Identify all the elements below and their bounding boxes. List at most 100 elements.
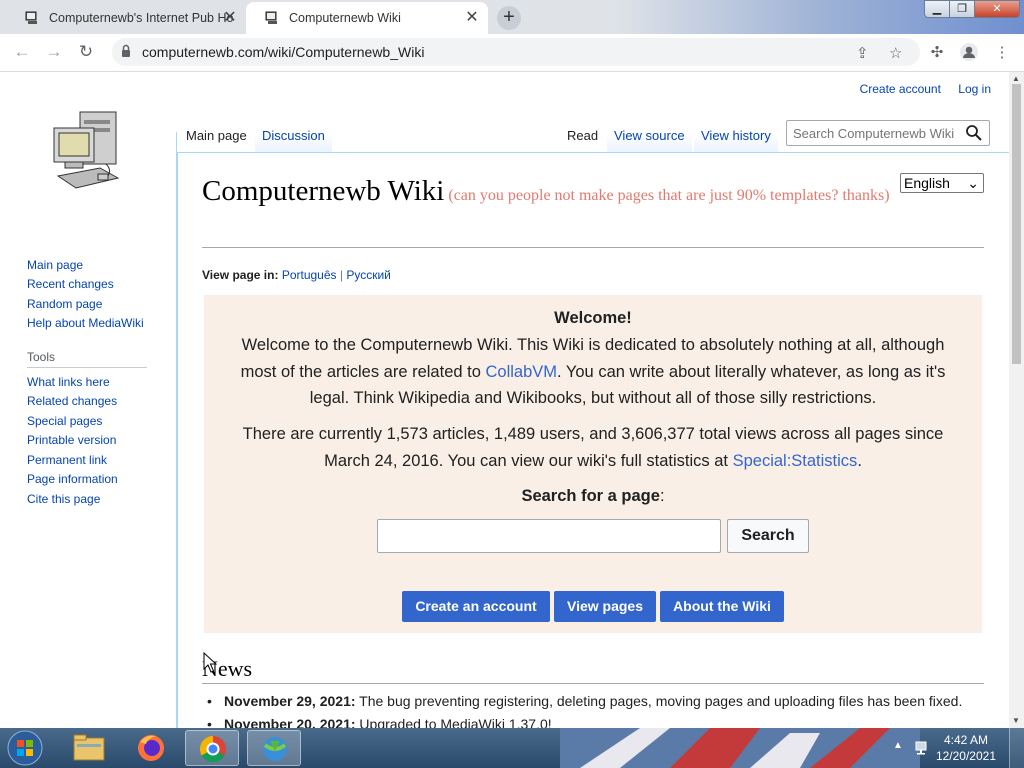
- news-date: November 20, 2021:: [224, 716, 356, 728]
- page-title: Computernewb Wiki (can you people not ma…: [202, 173, 982, 214]
- extensions-puzzle-icon[interactable]: ✣: [927, 43, 947, 61]
- close-tab-icon[interactable]: ✕: [222, 10, 238, 26]
- forward-arrow-icon[interactable]: →: [44, 42, 64, 62]
- list-item: November 29, 2021: The bug preventing re…: [207, 693, 963, 709]
- sidebar-item-cite-this-page[interactable]: Cite this page: [27, 492, 100, 506]
- maximize-button[interactable]: ❐: [949, 0, 975, 18]
- language-select-value: English: [904, 175, 950, 191]
- browser-tab-wiki[interactable]: Computernewb Wiki ✕: [246, 2, 488, 34]
- web-page: Main page Recent changes Random page Hel…: [0, 72, 1009, 728]
- statistics-link[interactable]: Special:Statistics: [733, 452, 858, 470]
- windows-taskbar: ▲ 4:42 AM 12/20/2021: [0, 728, 1024, 768]
- back-arrow-icon[interactable]: ←: [12, 42, 32, 62]
- create-account-button[interactable]: Create an account: [402, 591, 550, 622]
- log-in-link[interactable]: Log in: [958, 82, 991, 96]
- lang-link-russian[interactable]: Русский: [346, 268, 391, 282]
- start-button-icon[interactable]: [4, 729, 46, 767]
- menu-dots-icon[interactable]: ⋮: [992, 43, 1012, 61]
- list-item: November 20, 2021: Upgraded to MediaWiki…: [207, 716, 552, 728]
- collabvm-link[interactable]: CollabVM: [485, 363, 557, 381]
- main-content: Computernewb Wiki (can you people not ma…: [177, 152, 1009, 728]
- about-wiki-button[interactable]: About the Wiki: [660, 591, 784, 622]
- divider: [202, 683, 984, 684]
- page-title-main: Computernewb Wiki: [202, 175, 445, 207]
- computernewb-favicon: [265, 11, 277, 24]
- sidebar-item-help[interactable]: Help about MediaWiki: [27, 316, 144, 330]
- page-title-subtitle: (can you people not make pages that are …: [448, 187, 890, 204]
- system-clock[interactable]: 4:42 AM 12/20/2021: [936, 732, 996, 764]
- create-account-link[interactable]: Create account: [860, 82, 941, 96]
- sidebar-item-permanent-link[interactable]: Permanent link: [27, 453, 107, 467]
- reload-icon[interactable]: ↻: [76, 42, 96, 62]
- scrollbar[interactable]: ▲ ▼: [1009, 72, 1024, 728]
- sidebar-item-what-links-here[interactable]: What links here: [27, 375, 110, 389]
- scroll-down-icon[interactable]: ▼: [1012, 716, 1020, 725]
- language-select[interactable]: English ⌄: [900, 173, 984, 193]
- mouse-cursor-icon: [203, 652, 217, 673]
- tab-discussion[interactable]: Discussion: [255, 114, 332, 152]
- url-text: computernewb.com/wiki/Computernewb_Wiki: [142, 44, 425, 60]
- tab-title: Computernewb's Internet Pub Ho: [49, 11, 234, 25]
- view-page-in: View page in: Português | Русский: [202, 268, 391, 282]
- show-hidden-icons-icon[interactable]: ▲: [893, 740, 903, 751]
- divider: [176, 132, 177, 728]
- view-in-label: View page in:: [202, 268, 279, 282]
- network-icon[interactable]: [914, 739, 932, 757]
- search-button[interactable]: Search: [727, 519, 809, 553]
- sidebar-item-printable-version[interactable]: Printable version: [27, 433, 116, 447]
- computernewb-favicon: [25, 11, 37, 24]
- wallpaper-peek: [560, 728, 920, 768]
- chrome-icon: [199, 735, 226, 763]
- search-input[interactable]: [793, 126, 963, 141]
- address-bar[interactable]: computernewb.com/wiki/Computernewb_Wiki …: [112, 38, 920, 66]
- file-explorer-taskbar-icon[interactable]: [62, 730, 116, 766]
- sidebar-item-main-page[interactable]: Main page: [27, 258, 83, 272]
- browser-tab-pub[interactable]: Computernewb's Internet Pub Ho ✕: [6, 2, 246, 34]
- personal-tools: Create account Log in: [846, 82, 991, 96]
- bookmark-star-icon[interactable]: ☆: [889, 44, 902, 62]
- firefox-taskbar-icon[interactable]: [124, 730, 178, 766]
- close-tab-icon[interactable]: ✕: [464, 10, 480, 26]
- minimize-button[interactable]: ▁: [924, 0, 950, 18]
- show-desktop-button[interactable]: [1009, 728, 1024, 768]
- share-icon[interactable]: ⇪: [856, 44, 869, 62]
- welcome-paragraph-2: There are currently 1,573 articles, 1,48…: [224, 421, 962, 474]
- close-window-button[interactable]: ✕: [974, 0, 1020, 18]
- tab-main-page[interactable]: Main page: [179, 114, 254, 152]
- sidebar-item-related-changes[interactable]: Related changes: [27, 394, 117, 408]
- lang-link-portuguese[interactable]: Português: [282, 268, 337, 282]
- tab-view-history[interactable]: View history: [694, 114, 778, 152]
- wiki-logo-computer[interactable]: [50, 106, 128, 196]
- download-manager-taskbar-icon[interactable]: [247, 730, 301, 766]
- scroll-up-icon[interactable]: ▲: [1012, 74, 1020, 83]
- welcome-paragraph-1: Welcome to the Computernewb Wiki. This W…: [224, 332, 962, 412]
- divider: [202, 247, 984, 248]
- search-icon[interactable]: [965, 124, 983, 142]
- clock-date: 12/20/2021: [935, 749, 996, 763]
- profile-avatar-icon[interactable]: [959, 42, 979, 62]
- search-for-page-label: Search for a page:: [224, 483, 962, 510]
- sidebar-item-page-information[interactable]: Page information: [27, 472, 118, 486]
- firefox-icon: [138, 735, 164, 761]
- text: .: [857, 451, 862, 470]
- scrollbar-thumb[interactable]: [1012, 84, 1021, 364]
- sidebar-item-random-page[interactable]: Random page: [27, 297, 102, 311]
- tab-title: Computernewb Wiki: [289, 11, 401, 25]
- tab-view-source[interactable]: View source: [607, 114, 692, 152]
- browser-titlebar: Computernewb's Internet Pub Ho ✕ Compute…: [0, 0, 1024, 34]
- view-pages-button[interactable]: View pages: [554, 591, 656, 622]
- tab-read[interactable]: Read: [560, 114, 606, 152]
- sidebar-item-recent-changes[interactable]: Recent changes: [27, 277, 114, 291]
- tools-heading: Tools: [27, 350, 56, 364]
- lock-icon: [122, 44, 130, 57]
- news-text: The bug preventing registering, deleting…: [355, 693, 963, 709]
- sidebar: Main page Recent changes Random page Hel…: [0, 72, 176, 728]
- welcome-heading: Welcome!: [554, 309, 632, 327]
- sidebar-item-special-pages[interactable]: Special pages: [27, 414, 102, 428]
- new-tab-button[interactable]: +: [497, 6, 521, 30]
- page-search-input[interactable]: [377, 519, 721, 553]
- wiki-search-box[interactable]: [786, 120, 990, 146]
- chrome-taskbar-icon[interactable]: [185, 730, 239, 766]
- chevron-down-icon: ⌄: [967, 175, 979, 191]
- browser-toolbar: ← → ↻ computernewb.com/wiki/Computernewb…: [0, 34, 1024, 72]
